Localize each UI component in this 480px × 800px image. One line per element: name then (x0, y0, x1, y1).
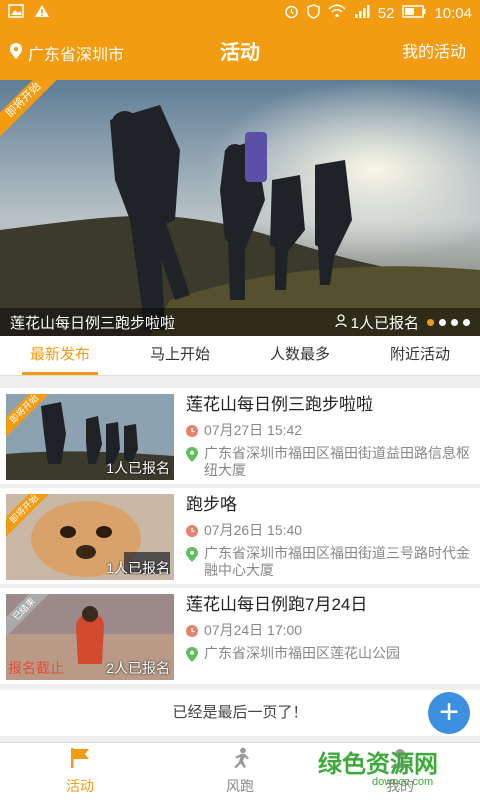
image-notification-icon (8, 4, 24, 22)
shield-icon (307, 3, 320, 23)
banner-signup-count: 1人已报名 (335, 312, 419, 333)
activity-time-label: 07月24日 17:00 (204, 622, 303, 638)
my-activities-button[interactable]: 我的活动 (402, 26, 466, 80)
signup-count: 1人已报名 (106, 560, 170, 576)
activity-address: 广东省深圳市福田区莲花山公园 (186, 645, 476, 666)
watermark-text: 绿色资源网 (318, 751, 438, 778)
banner-image (0, 80, 480, 336)
carousel-indicator (427, 318, 470, 326)
nav-run[interactable]: 风跑 (160, 743, 320, 800)
person-icon (335, 313, 347, 331)
clock-icon (186, 524, 198, 541)
activity-time: 07月27日 15:42 (186, 422, 476, 441)
location-label: 广东省深圳市 (28, 47, 125, 64)
activity-time: 07月26日 15:40 (186, 522, 476, 541)
clock: 10:04 (434, 4, 472, 22)
nav-run-label: 风跑 (226, 778, 254, 794)
carousel-dot[interactable] (427, 318, 434, 326)
activity-title: 跑步咯 (186, 495, 237, 514)
flag-icon (69, 747, 91, 772)
tab-most-participants[interactable]: 人数最多 (240, 336, 360, 375)
nav-activities-label: 活动 (66, 778, 94, 794)
nav-activities[interactable]: 活动 (0, 743, 160, 800)
activity-thumbnail: 即将开始 1人已报名 (6, 394, 174, 480)
activity-address-label: 广东省深圳市福田区福田街道益田路信息枢纽大厦 (204, 445, 470, 478)
activity-address: 广东省深圳市福田区福田街道三号路时代金融中心大厦 (186, 545, 476, 579)
activity-title: 莲花山每日例跑7月24日 (186, 595, 368, 614)
list-item[interactable]: 即将开始 1人已报名 跑步咯 07月26日 15:40 广东省深圳市福田区福田街… (0, 488, 480, 584)
tab-nearby[interactable]: 附近活动 (360, 336, 480, 375)
filter-tabs: 最新发布 马上开始 人数最多 附近活动 (0, 336, 480, 376)
carousel-dot[interactable] (439, 318, 446, 326)
end-of-list-note: 已经是最后一页了！ (0, 690, 480, 736)
activity-address-label: 广东省深圳市福田区福田街道三号路时代金融中心大厦 (204, 545, 470, 578)
signup-count: 1人已报名 (106, 460, 170, 476)
location-pin-icon (186, 547, 198, 579)
banner-title: 莲花山每日例三跑步啦啦 (10, 314, 176, 332)
list-item[interactable]: 即将开始 1人已报名 莲花山每日例三跑步啦啦 07月27日 15:42 广东省深… (0, 388, 480, 484)
banner-caption: 莲花山每日例三跑步啦啦 1人已报名 (0, 308, 480, 336)
activity-thumbnail: 即将开始 1人已报名 (6, 494, 174, 580)
app-bar: 广东省深圳市 活动 我的活动 (0, 26, 480, 80)
tab-latest[interactable]: 最新发布 (0, 336, 120, 375)
activity-title: 莲花山每日例三跑步啦啦 (186, 395, 373, 414)
activity-address-label: 广东省深圳市福田区莲花山公园 (204, 645, 400, 661)
activity-time-label: 07月27日 15:42 (204, 422, 303, 438)
location-pin-icon (10, 42, 22, 64)
list-item[interactable]: 已结束 报名截止 2人已报名 莲花山每日例跑7月24日 07月24日 17:00… (0, 588, 480, 684)
watermark-url: downcc.com (372, 776, 434, 788)
location-pin-icon (186, 447, 198, 479)
location-pin-icon (186, 647, 198, 666)
clock-icon (186, 424, 198, 441)
tab-starting-soon[interactable]: 马上开始 (120, 336, 240, 375)
carousel-dot[interactable] (451, 318, 458, 326)
watermark-logo: 绿色资源网 downcc.com (318, 744, 478, 796)
warning-icon (34, 4, 50, 22)
signup-count-label: 1人已报名 (350, 314, 419, 332)
add-activity-button[interactable]: + (428, 692, 470, 734)
signup-closed-label: 报名截止 (8, 660, 64, 676)
battery-percent: 52 (377, 4, 395, 22)
status-bar: 52 10:04 (0, 0, 480, 26)
battery-icon (402, 4, 426, 22)
runner-icon (229, 747, 251, 772)
location-selector[interactable]: 广东省深圳市 (10, 26, 124, 80)
activity-address: 广东省深圳市福田区福田街道益田路信息枢纽大厦 (186, 445, 476, 479)
carousel-dot[interactable] (463, 318, 470, 326)
activity-time: 07月24日 17:00 (186, 622, 476, 641)
alarm-icon (284, 4, 299, 23)
signal-icon (354, 4, 370, 22)
activity-thumbnail: 已结束 报名截止 2人已报名 (6, 594, 174, 680)
activity-time-label: 07月26日 15:40 (204, 522, 303, 538)
clock-icon (186, 624, 198, 641)
wifi-icon (328, 4, 346, 22)
signup-count: 2人已报名 (106, 660, 170, 676)
banner-carousel[interactable]: 即将开始 莲花山每日例三跑步啦啦 1人已报名 (0, 80, 480, 336)
